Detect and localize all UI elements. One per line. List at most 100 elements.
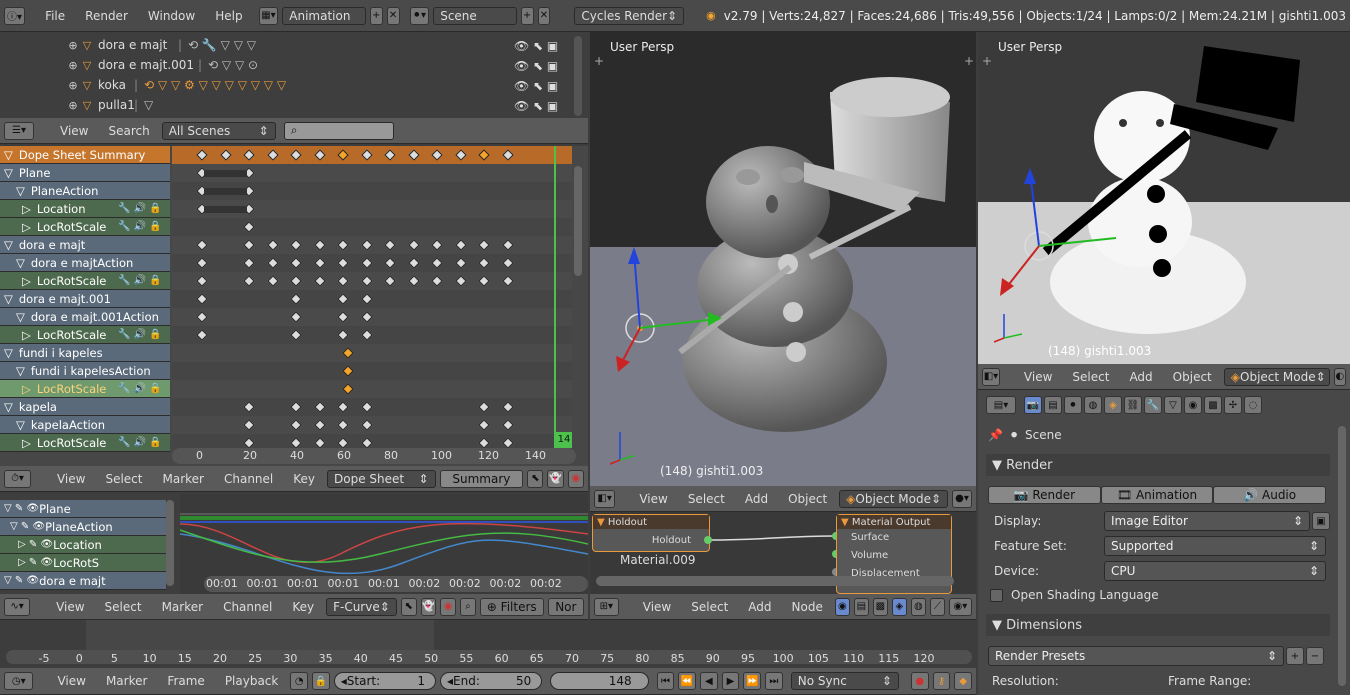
node-editor[interactable]: ▼ Holdout Holdout ▼ Material Output Surf…	[590, 512, 976, 594]
expand-down-icon[interactable]: ▽	[16, 364, 25, 378]
render-tab-icon[interactable]: 📷	[1024, 396, 1042, 414]
ge-select-menu[interactable]: Select	[97, 598, 150, 616]
dopesheet-channel[interactable]: ▷ LocRotScale 🔧 🔊 🔒	[0, 380, 170, 398]
outliner-visibility-column[interactable]: 👁 ⬉ ▣ 👁 ⬉ ▣ 👁 ⬉ ▣ 👁 ⬉ ▣	[514, 36, 570, 116]
osl-checkbox[interactable]	[990, 588, 1003, 602]
vr-select-menu[interactable]: Select	[1064, 368, 1117, 386]
editor-type-info-icon[interactable]: ⓘ▾	[4, 6, 26, 25]
channel-visibility-icon[interactable]: ▽ ✎ 👁	[4, 575, 39, 586]
menu-file[interactable]: File	[37, 7, 73, 25]
dopesheet-ruler[interactable]: 0 20 40 60 80 100 120 140	[172, 448, 576, 464]
ds-view-menu[interactable]: View	[49, 470, 93, 488]
ds-filter-select-icon[interactable]: ⬉	[527, 469, 544, 488]
menu-render[interactable]: Render	[77, 7, 136, 25]
material-tab-icon[interactable]: ◉	[1184, 396, 1202, 414]
dopesheet-channel[interactable]: ▽ Plane	[0, 164, 170, 182]
ds-channel-menu[interactable]: Channel	[216, 470, 281, 488]
vl-add-menu[interactable]: Add	[737, 490, 776, 508]
dopesheet-channel[interactable]: ▷ LocRotScale 🔧 🔊 🔒	[0, 272, 170, 290]
expand-down-icon[interactable]: ▽	[16, 184, 25, 198]
current-frame-field[interactable]: 148	[550, 672, 649, 690]
ge-record-icon[interactable]: ◉	[440, 597, 457, 616]
outliner-view-menu[interactable]: View	[52, 122, 96, 140]
channel-visibility-icon[interactable]: ▽ ✎ 👁	[4, 503, 39, 514]
shader-nodes-icon[interactable]: ◉	[834, 597, 850, 616]
display-fullscreen-icon[interactable]: ▣	[1312, 512, 1330, 530]
remove-layout-icon[interactable]: ✕	[386, 6, 400, 25]
editor-type-outliner-icon[interactable]: ☰▾	[4, 121, 34, 140]
channel-visibility-icon[interactable]: ▷ ✎ 👁	[18, 557, 53, 568]
add-preset-icon[interactable]: +	[1286, 647, 1304, 665]
outliner-item[interactable]: ⊕ ▽ dora e majt.001 | ⟲ ▽ ▽ ⊙	[66, 56, 258, 74]
add-scene-icon[interactable]: +	[520, 6, 534, 25]
animation-button[interactable]: 🎞 Animation	[1100, 486, 1214, 504]
physics-tab-icon[interactable]: ◌	[1244, 396, 1262, 414]
graph-channel[interactable]: ▽ ✎ 👁 Plane	[0, 500, 166, 518]
start-frame-field[interactable]: ◂ Start: 1	[333, 672, 436, 690]
expand-down-icon[interactable]: ▽	[16, 418, 25, 432]
screen-layout-field[interactable]: Animation	[282, 6, 366, 25]
ge-mode-select[interactable]: F-Curve ⇕	[326, 597, 397, 616]
editor-type-3d-icon[interactable]: ◧▾	[594, 489, 616, 508]
ds-key-menu[interactable]: Key	[285, 470, 323, 488]
channel-visibility-icon[interactable]: ▽ ✎ 👁	[10, 521, 45, 532]
keyframe-type-icon[interactable]: ◆	[954, 672, 972, 690]
ne-select-menu[interactable]: Select	[683, 598, 736, 616]
expand-right-icon[interactable]: ▷	[22, 202, 31, 216]
channel-mute-lock-icon[interactable]: 🔧 🔊 🔒	[118, 383, 162, 394]
data-tab-icon[interactable]: ▽	[1164, 396, 1182, 414]
auto-key-icon[interactable]: ●	[910, 672, 929, 690]
outliner-search-menu[interactable]: Search	[100, 122, 157, 140]
texture-tab-icon[interactable]: ▩	[1204, 396, 1222, 414]
object-shader-icon[interactable]: ◈	[891, 597, 907, 616]
constraints-tab-icon[interactable]: ⛓	[1124, 396, 1142, 414]
ge-only-selected-icon[interactable]: ⬉	[400, 597, 417, 616]
channel-mute-lock-icon[interactable]: 🔧 🔊 🔒	[118, 275, 162, 286]
remove-preset-icon[interactable]: −	[1306, 647, 1324, 665]
remove-scene-icon[interactable]: ✕	[537, 6, 551, 25]
tl-view-menu[interactable]: View	[49, 672, 93, 690]
expand-down-icon[interactable]: ▽	[16, 256, 25, 270]
channel-mute-lock-icon[interactable]: 🔧 🔊 🔒	[118, 221, 162, 232]
expand-down-icon[interactable]: ▽	[16, 310, 25, 324]
dopesheet-channel[interactable]: ▽ fundi i kapelesAction	[0, 362, 170, 380]
graph-ruler[interactable]: 00:01 00:01 00:01 00:01 00:01 00:02 00:02 00:02…	[204, 576, 588, 592]
editor-type-dopesheet-icon[interactable]: ⏱▾	[4, 469, 31, 488]
scene-icon[interactable]: ⚫▾	[409, 6, 430, 25]
ge-normalize-button[interactable]: Nor	[547, 597, 584, 616]
dopesheet-channel[interactable]: ▽ dora e majtAction	[0, 254, 170, 272]
expand-right-icon[interactable]: ▷	[22, 436, 31, 450]
particles-tab-icon[interactable]: ✢	[1224, 396, 1242, 414]
properties-scrollbar[interactable]	[1338, 426, 1346, 686]
render-presets-select[interactable]: Render Presets ⇕	[988, 646, 1284, 666]
outliner-item[interactable]: ⊕ ▽ dora e majt | ⟲ 🔧 ▽ ▽ ▽	[66, 36, 256, 54]
compositor-nodes-icon[interactable]: ▤	[853, 597, 869, 616]
outliner-item[interactable]: ⊕ ▽ pulla1 | ▽	[66, 96, 153, 114]
render-panel-header[interactable]: ▼ Render	[986, 454, 1330, 476]
expand-right-icon[interactable]: ▷	[22, 382, 31, 396]
world-shader-icon[interactable]: ◍	[910, 597, 926, 616]
dopesheet-keyframe-region[interactable]	[172, 146, 572, 452]
viewport-right[interactable]: User Persp + (148) gishti1.003	[978, 32, 1350, 364]
material-slot-icon[interactable]: ◉▾	[948, 597, 972, 616]
vr-mode-select[interactable]: ◈ Object Mode ⇕	[1223, 367, 1330, 386]
dopesheet-channel[interactable]: ▽ dora e majt.001Action	[0, 308, 170, 326]
expand-down-icon[interactable]: ▽	[4, 238, 13, 252]
channel-mute-lock-icon[interactable]: 🔧 🔊 🔒	[118, 203, 162, 214]
ds-summary-toggle[interactable]: Summary	[439, 469, 524, 488]
ds-record-icon[interactable]: ◉	[567, 469, 585, 488]
dopesheet-channel[interactable]: ▷ LocRotScale 🔧 🔊 🔒	[0, 218, 170, 236]
channel-visibility-icon[interactable]: ▷ ✎ 👁	[18, 539, 53, 550]
editor-type-timeline-icon[interactable]: ◷▾	[4, 672, 34, 690]
menu-help[interactable]: Help	[207, 7, 250, 25]
ds-ghost-icon[interactable]: 👻	[547, 469, 564, 488]
ds-select-menu[interactable]: Select	[97, 470, 150, 488]
graph-channel[interactable]: ▷ ✎ 👁 Location	[0, 536, 166, 554]
texture-nodes-icon[interactable]: ▩	[872, 597, 888, 616]
scene-tab-icon[interactable]: ⚫	[1064, 396, 1082, 414]
dopesheet-channel[interactable]: ▷ Location 🔧 🔊 🔒	[0, 200, 170, 218]
render-engine-select[interactable]: Cycles Render ⇕	[574, 6, 685, 25]
ge-channel-menu[interactable]: Channel	[215, 598, 280, 616]
audio-button[interactable]: 🔊 Audio	[1213, 486, 1327, 504]
graph-channel[interactable]: ▷ ✎ 👁 LocRotS	[0, 554, 166, 572]
